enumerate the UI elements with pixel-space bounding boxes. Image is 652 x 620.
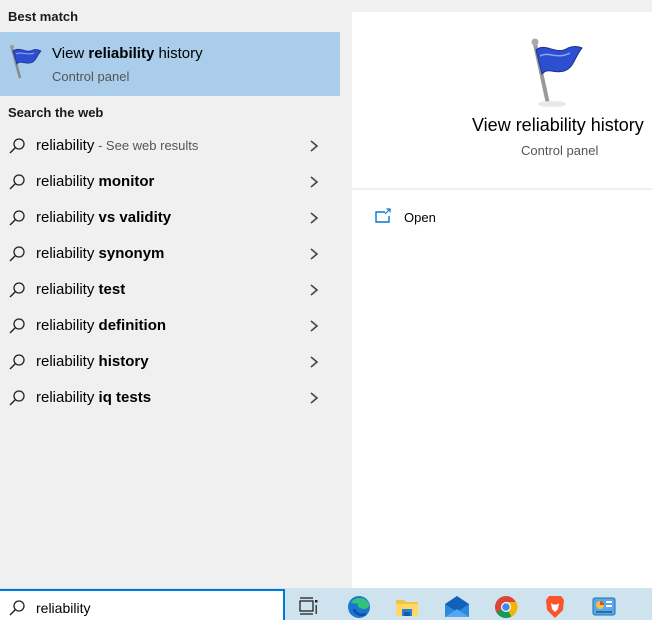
taskbar-search-box[interactable] xyxy=(0,589,285,620)
control-panel-icon[interactable] xyxy=(591,594,617,620)
chevron-right-icon[interactable] xyxy=(308,354,320,370)
best-match-heading: Best match xyxy=(8,9,79,24)
web-result-item[interactable]: reliability - See web results xyxy=(0,128,340,164)
preview-title: View reliability history xyxy=(472,115,644,135)
folder-icon[interactable] xyxy=(394,594,420,620)
best-match-title: View reliability history xyxy=(52,45,203,62)
best-match-item[interactable]: View reliability history Control panel xyxy=(0,32,340,96)
search-icon xyxy=(9,318,25,334)
web-result-item[interactable]: reliability vs validity xyxy=(0,200,340,236)
web-result-text: reliability - See web results xyxy=(36,137,199,154)
search-icon xyxy=(9,174,25,190)
open-action[interactable]: Open xyxy=(372,208,492,232)
preview-subtitle: Control panel xyxy=(521,143,599,158)
web-result-text: reliability iq tests xyxy=(36,389,152,406)
chevron-right-icon[interactable] xyxy=(308,138,320,154)
task-view-icon[interactable] xyxy=(296,594,322,620)
chevron-right-icon[interactable] xyxy=(308,210,320,226)
blue-flag-icon xyxy=(531,38,583,107)
web-result-text: reliability test xyxy=(36,281,126,298)
chevron-right-icon[interactable] xyxy=(308,282,320,298)
search-icon xyxy=(9,246,25,262)
web-result-text: reliability vs validity xyxy=(36,209,172,226)
chevron-right-icon[interactable] xyxy=(308,246,320,262)
web-result-text: reliability synonym xyxy=(36,245,165,262)
search-icon xyxy=(9,390,25,406)
web-result-item[interactable]: reliability definition xyxy=(0,308,340,344)
search-web-heading: Search the web xyxy=(8,105,104,120)
web-result-item[interactable]: reliability test xyxy=(0,272,340,308)
search-icon xyxy=(9,138,25,154)
search-icon xyxy=(9,354,25,370)
brave-icon[interactable] xyxy=(542,594,568,620)
preview-panel: View reliability history Control panel O… xyxy=(352,12,652,588)
web-result-text: reliability history xyxy=(36,353,149,370)
web-result-text: reliability monitor xyxy=(36,173,155,190)
edge-icon[interactable] xyxy=(346,594,372,620)
blue-flag-icon xyxy=(10,45,42,79)
open-external-icon xyxy=(375,208,391,223)
search-icon xyxy=(9,282,25,298)
chrome-icon[interactable] xyxy=(493,594,519,620)
search-flyout: Best match View reliability history Cont… xyxy=(0,0,652,620)
chevron-right-icon[interactable] xyxy=(308,174,320,190)
open-label: Open xyxy=(404,210,436,225)
mail-icon[interactable] xyxy=(444,594,470,620)
best-match-subtitle: Control panel xyxy=(52,69,130,84)
search-icon xyxy=(9,600,25,616)
web-result-item[interactable]: reliability synonym xyxy=(0,236,340,272)
search-icon xyxy=(9,210,25,226)
chevron-right-icon[interactable] xyxy=(308,390,320,406)
chevron-right-icon[interactable] xyxy=(308,318,320,334)
web-result-item[interactable]: reliability history xyxy=(0,344,340,380)
web-result-text: reliability definition xyxy=(36,317,167,334)
search-input[interactable] xyxy=(36,600,236,616)
web-result-item[interactable]: reliability iq tests xyxy=(0,380,340,416)
web-result-item[interactable]: reliability monitor xyxy=(0,164,340,200)
divider xyxy=(352,188,652,190)
results-panel: Best match View reliability history Cont… xyxy=(0,0,352,588)
